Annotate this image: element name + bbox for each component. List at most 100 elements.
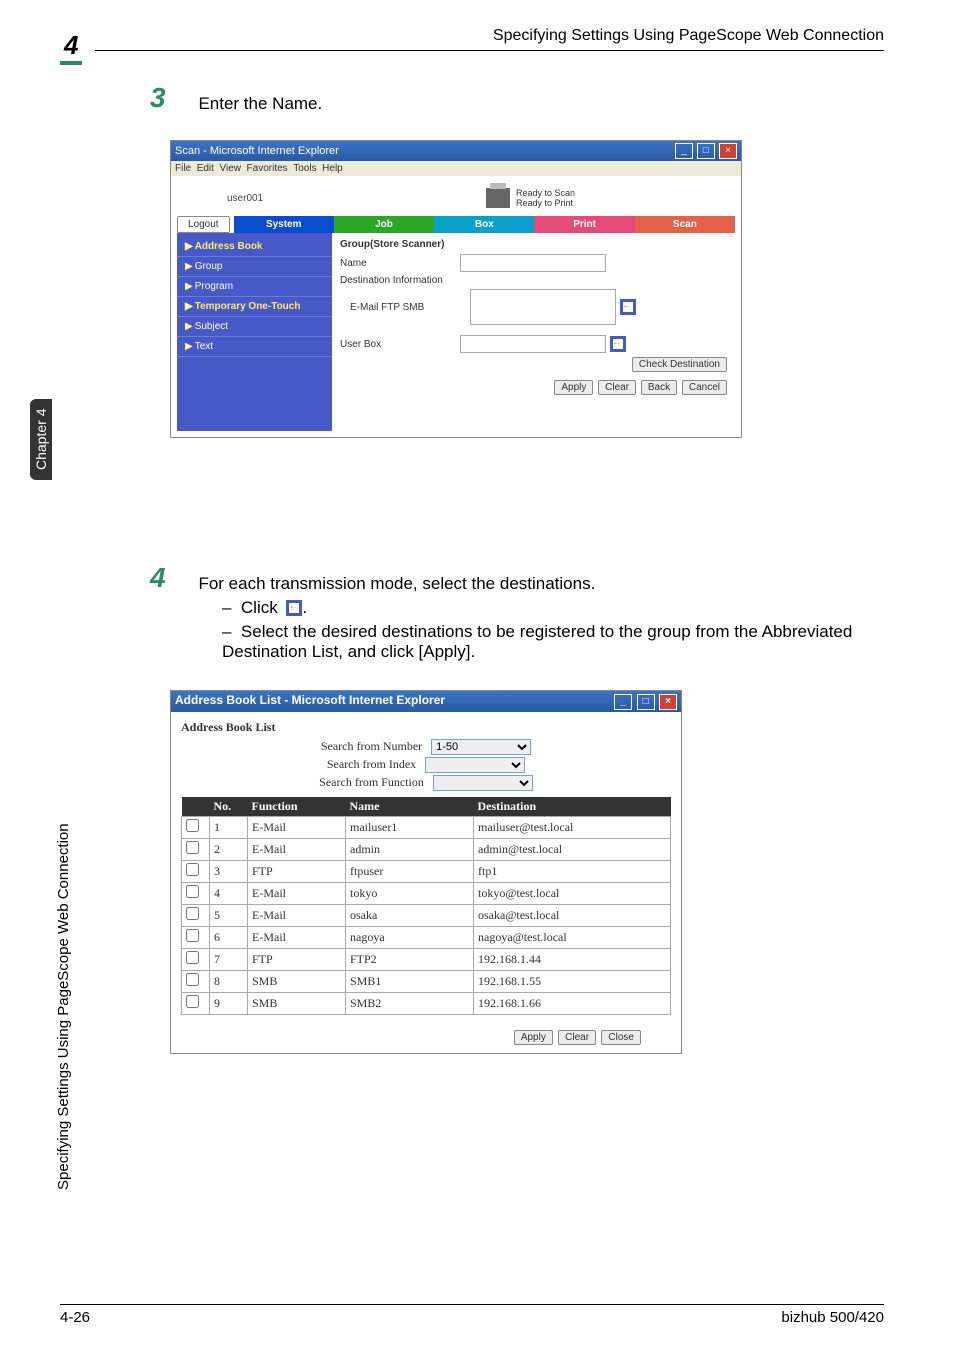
name-input[interactable] [460,254,606,272]
abl-apply-button[interactable]: Apply [514,1030,553,1045]
table-row: 7FTPFTP2192.168.1.44 [182,949,671,971]
cell-destination: 192.168.1.66 [474,993,671,1015]
footer-model: bizhub 500/420 [781,1309,884,1326]
bullet-1-prefix: Click [241,598,283,617]
sidebar-item-text[interactable]: ▶Text [177,337,332,357]
tab-box[interactable]: Box [434,216,534,233]
cell-destination: tokyo@test.local [474,883,671,905]
table-row: 8SMBSMB1192.168.1.55 [182,971,671,993]
minimize-icon[interactable]: _ [614,694,632,710]
dest-sub-label: E-Mail FTP SMB [340,302,470,313]
cell-name: osaka [346,905,474,927]
abl-window-controls: _ □ × [613,693,677,710]
row-checkbox[interactable] [186,819,199,832]
cell-no: 3 [210,861,248,883]
col-name: Name [346,797,474,817]
filter-number-select[interactable]: 1-50 [431,739,531,755]
dest-info-label: Destination Information [340,275,460,286]
window-title: Scan - Microsoft Internet Explorer [175,145,339,157]
sidebar-item-temporary[interactable]: ▶Temporary One-Touch [177,297,332,317]
cell-function: FTP [248,949,346,971]
clear-button[interactable]: Clear [598,380,636,395]
step-3-number: 3 [150,82,194,114]
close-icon[interactable]: × [719,143,737,159]
col-function: Function [248,797,346,817]
cell-function: E-Mail [248,927,346,949]
cell-function: E-Mail [248,905,346,927]
pick-list-icon[interactable] [620,299,636,315]
cell-name: admin [346,839,474,861]
apply-button[interactable]: Apply [554,380,593,395]
col-destination: Destination [474,797,671,817]
cell-no: 7 [210,949,248,971]
close-icon[interactable]: × [659,694,677,710]
sidebar-item-program[interactable]: ▶Program [177,277,332,297]
abl-close-button[interactable]: Close [601,1030,641,1045]
row-checkbox[interactable] [186,885,199,898]
list-icon [286,600,302,616]
header-title: Specifying Settings Using PageScope Web … [493,27,884,45]
sidebar-item-group[interactable]: ▶Group [177,257,332,277]
abl-window-title: Address Book List - Microsoft Internet E… [175,693,445,710]
cell-no: 4 [210,883,248,905]
sidebar-item-address-book[interactable]: ▶Address Book [177,237,332,257]
cell-destination: 192.168.1.44 [474,949,671,971]
row-checkbox[interactable] [186,863,199,876]
dest-textarea[interactable] [470,289,616,325]
row-checkbox[interactable] [186,929,199,942]
filter-index-select[interactable] [425,757,525,773]
row-checkbox[interactable] [186,907,199,920]
table-row: 9SMBSMB2192.168.1.66 [182,993,671,1015]
cell-function: SMB [248,993,346,1015]
logout-button[interactable]: Logout [177,216,230,233]
cell-no: 5 [210,905,248,927]
minimize-icon[interactable]: _ [675,143,693,159]
abl-clear-button[interactable]: Clear [558,1030,596,1045]
cell-function: E-Mail [248,817,346,839]
printer-icon [486,188,510,208]
cell-function: FTP [248,861,346,883]
side-label: Specifying Settings Using PageScope Web … [55,823,72,1190]
table-row: 1E-Mailmailuser1mailuser@test.local [182,817,671,839]
sidebar-item-subject[interactable]: ▶Subject [177,317,332,337]
tab-print[interactable]: Print [534,216,634,233]
bullet-1-suffix: . [302,598,307,617]
cell-destination: nagoya@test.local [474,927,671,949]
row-checkbox[interactable] [186,951,199,964]
panel-heading: Group(Store Scanner) [340,239,727,250]
cell-name: tokyo [346,883,474,905]
cell-destination: mailuser@test.local [474,817,671,839]
cancel-button[interactable]: Cancel [682,380,727,395]
cell-name: mailuser1 [346,817,474,839]
filter-function-select[interactable] [433,775,533,791]
tab-scan[interactable]: Scan [635,216,735,233]
cell-destination: admin@test.local [474,839,671,861]
check-destination-button[interactable]: Check Destination [632,357,727,372]
back-button[interactable]: Back [641,380,677,395]
row-checkbox[interactable] [186,841,199,854]
row-checkbox[interactable] [186,995,199,1008]
user-label: user001 [227,193,263,204]
status-messages: Ready to Scan Ready to Print [516,188,575,208]
maximize-icon[interactable]: □ [697,143,715,159]
tab-system[interactable]: System [234,216,334,233]
filter-function-label: Search from Function [319,775,424,789]
maximize-icon[interactable]: □ [637,694,655,710]
abl-title: Address Book List [181,720,671,735]
screenshot-address-book-list: Address Book List - Microsoft Internet E… [170,690,682,1054]
table-row: 5E-Mailosakaosaka@test.local [182,905,671,927]
cell-function: E-Mail [248,839,346,861]
userbox-pick-icon[interactable] [610,336,626,352]
cell-name: SMB2 [346,993,474,1015]
cell-no: 1 [210,817,248,839]
address-book-table: No. Function Name Destination 1E-Mailmai… [181,797,671,1015]
window-controls: _ □ × [674,143,737,159]
row-checkbox[interactable] [186,973,199,986]
userbox-input[interactable] [460,335,606,353]
cell-function: E-Mail [248,883,346,905]
cell-name: FTP2 [346,949,474,971]
ie-menubar[interactable]: File Edit View Favorites Tools Help [171,161,741,176]
tab-job[interactable]: Job [334,216,434,233]
cell-destination: ftp1 [474,861,671,883]
table-row: 6E-Mailnagoyanagoya@test.local [182,927,671,949]
